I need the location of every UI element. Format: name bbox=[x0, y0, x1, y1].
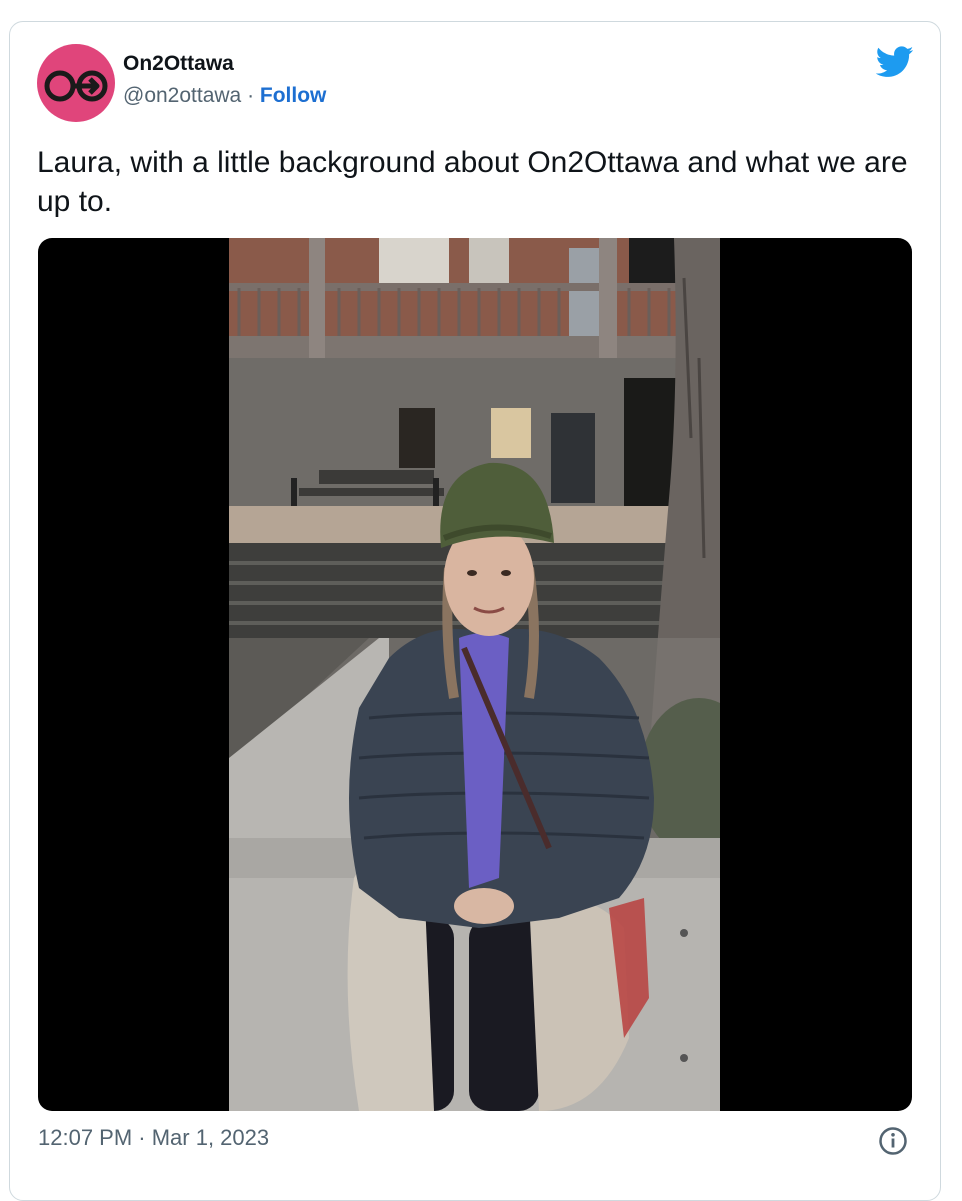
video-player[interactable] bbox=[38, 238, 912, 1111]
author-handle[interactable]: @on2ottawa bbox=[123, 84, 241, 107]
info-icon[interactable] bbox=[878, 1126, 908, 1156]
on2ottawa-logo-icon bbox=[44, 70, 108, 102]
separator-dot: · bbox=[241, 84, 260, 107]
author-name[interactable]: On2Ottawa bbox=[123, 52, 234, 76]
follow-button[interactable]: Follow bbox=[260, 84, 327, 107]
tweet-text: Laura, with a little background about On… bbox=[37, 146, 908, 218]
author-handle-line: @on2ottawa · Follow bbox=[123, 84, 326, 108]
avatar[interactable] bbox=[37, 44, 115, 122]
twitter-bird-icon[interactable] bbox=[876, 46, 914, 78]
video-frame[interactable] bbox=[229, 238, 720, 1111]
tweet-timestamp[interactable]: 12:07 PM · Mar 1, 2023 bbox=[38, 1125, 269, 1151]
